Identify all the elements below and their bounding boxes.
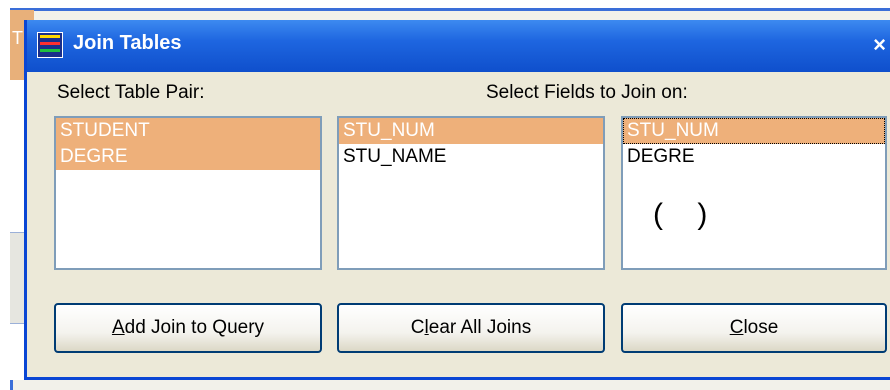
right-fields-listbox[interactable]: STU_NUM DEGRE ( ) [621,116,887,270]
clear-all-joins-button[interactable]: Clear All Joins [337,303,605,353]
list-item[interactable]: STU_NAME [339,144,603,170]
add-join-accel: A [111,317,125,338]
list-item[interactable]: STUDENT [56,118,320,144]
close-icon[interactable]: × [873,32,886,58]
add-join-label: dd Join to Query [124,317,265,338]
table-pair-listbox[interactable]: STUDENT DEGRE [54,116,322,270]
list-item[interactable]: STU_NUM [623,118,885,144]
list-item[interactable]: DEGRE [623,144,885,170]
app-data-icon [37,32,63,58]
fields-label: Select Fields to Join on: [486,82,688,103]
list-item[interactable]: STU_NUM [339,118,603,144]
dialog-titlebar[interactable]: Join Tables × [27,20,890,72]
close-accel: C [729,317,744,338]
close-button[interactable]: Close [621,303,887,353]
left-fields-listbox[interactable]: STU_NUM STU_NAME [337,116,605,270]
table-pair-label: Select Table Pair: [57,82,205,103]
dialog-title: Join Tables [73,32,182,54]
join-tables-dialog: Join Tables × Select Table Pair: Select … [24,20,890,380]
list-item[interactable]: DEGRE [56,144,320,170]
clear-joins-label-pre: C [410,317,425,338]
close-label: lose [743,317,779,338]
background-window-title: T [12,28,23,48]
add-join-button[interactable]: Add Join to Query [54,303,322,353]
clear-joins-label: ear All Joins [428,317,532,338]
parentheses-annotation: ( ) [653,198,710,231]
